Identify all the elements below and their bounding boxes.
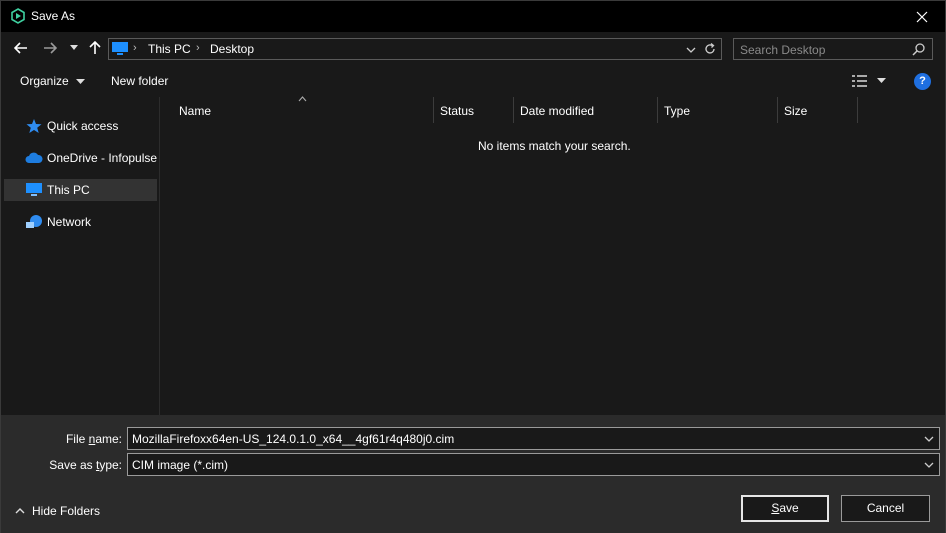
close-button[interactable] (899, 1, 945, 32)
computer-icon (26, 183, 42, 196)
star-icon (26, 119, 42, 133)
back-button[interactable] (11, 38, 31, 58)
chevron-down-icon[interactable] (923, 459, 935, 471)
column-header-name[interactable]: Name (173, 96, 434, 123)
arrow-left-icon (14, 42, 27, 54)
arrow-up-icon (89, 41, 101, 54)
address-bar[interactable]: › This PC › Desktop (108, 38, 722, 60)
organize-label: Organize (20, 74, 69, 88)
new-folder-button[interactable]: New folder (111, 74, 168, 88)
cloud-icon (25, 152, 43, 163)
sidebar-item-label: Network (47, 215, 92, 229)
chevron-down-icon (877, 78, 886, 83)
computer-icon (112, 42, 128, 55)
column-header-date-modified[interactable]: Date modified (514, 97, 658, 123)
column-header-size[interactable]: Size (778, 97, 858, 123)
app-icon (11, 8, 25, 24)
file-name-value: MozillaFirefoxx64en-US_124.0.1.0_x64__4g… (132, 432, 455, 446)
address-dropdown-icon[interactable] (684, 43, 698, 57)
network-icon (26, 215, 42, 228)
breadcrumb-desktop[interactable]: Desktop (210, 42, 254, 56)
command-bar: Organize New folder ? (1, 65, 945, 97)
cancel-button[interactable]: Cancel (841, 495, 930, 522)
column-header-type[interactable]: Type (658, 97, 778, 123)
save-as-type-label: Save as type: (49, 458, 122, 472)
chevron-down-icon (76, 78, 86, 84)
hide-folders-label: Hide Folders (32, 504, 101, 518)
save-button[interactable]: Save (741, 495, 829, 522)
sidebar-item-quick-access[interactable]: Quick access (4, 115, 157, 137)
file-list[interactable]: Name Status Date modified Type Size No i… (161, 96, 945, 415)
help-button[interactable]: ? (914, 73, 931, 90)
navigation-pane: Quick access OneDrive - Infopulse This P… (1, 97, 160, 415)
details-view-icon (852, 75, 867, 87)
chevron-up-icon (15, 508, 25, 514)
change-view-button[interactable] (850, 73, 890, 89)
file-name-field[interactable]: MozillaFirefoxx64en-US_124.0.1.0_x64__4g… (127, 427, 940, 450)
search-box[interactable] (733, 38, 933, 60)
column-header-status[interactable]: Status (434, 97, 514, 123)
sidebar-item-label: This PC (47, 183, 90, 197)
organize-menu[interactable]: Organize (20, 74, 86, 88)
empty-message: No items match your search. (478, 139, 631, 153)
forward-button[interactable] (40, 38, 60, 58)
breadcrumb-this-pc[interactable]: This PC (148, 42, 191, 56)
sidebar-item-onedrive[interactable]: OneDrive - Infopulse (4, 147, 157, 169)
save-as-dialog: Save As › This PC › Desktop Search Deskt… (0, 0, 946, 533)
sidebar-item-label: Quick access (47, 119, 119, 133)
save-as-type-select[interactable]: CIM image (*.cim) (127, 453, 940, 476)
up-button[interactable] (86, 38, 104, 58)
arrow-right-icon (44, 42, 57, 54)
navigation-bar: › This PC › Desktop (1, 32, 945, 65)
chevron-down-icon (70, 45, 78, 50)
sidebar-item-network[interactable]: Network (4, 211, 157, 233)
save-options-panel: File name: MozillaFirefoxx64en-US_124.0.… (1, 415, 945, 533)
refresh-icon[interactable] (703, 42, 717, 56)
sidebar-item-this-pc[interactable]: This PC (4, 179, 157, 201)
chevron-down-icon[interactable] (923, 433, 935, 445)
sidebar-item-label: OneDrive - Infopulse (47, 151, 158, 165)
sort-ascending-icon (298, 96, 307, 102)
save-as-type-value: CIM image (*.cim) (132, 458, 229, 472)
new-folder-label: New folder (111, 74, 169, 88)
search-input[interactable] (740, 42, 910, 57)
search-icon (912, 43, 925, 56)
close-icon (916, 11, 928, 22)
title-bar: Save As (1, 1, 945, 32)
file-name-label: File name: (65, 432, 122, 446)
window-title: Save As (31, 9, 76, 23)
breadcrumb-separator: › (196, 42, 200, 54)
recent-locations-button[interactable] (67, 38, 81, 58)
breadcrumb-separator: › (133, 42, 137, 54)
